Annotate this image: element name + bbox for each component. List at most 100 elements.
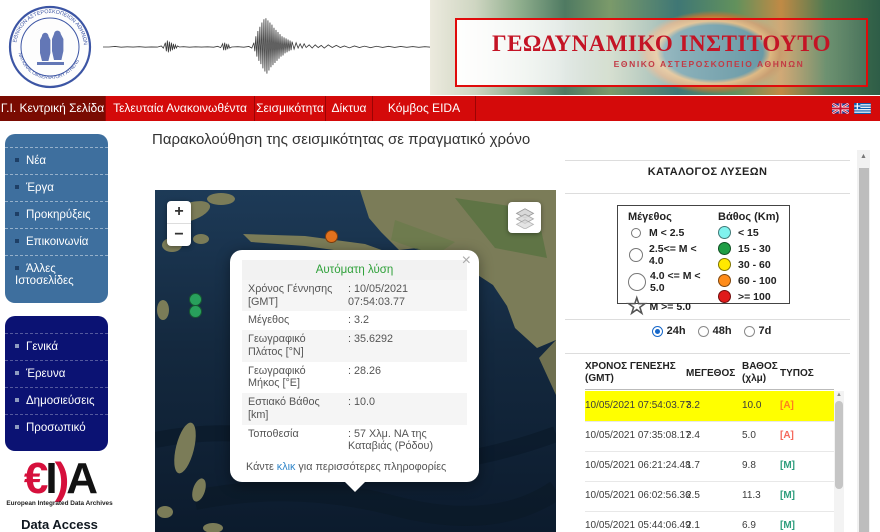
panel-divider [565, 160, 850, 161]
scroll-up-icon[interactable]: ▲ [834, 391, 844, 399]
magnitude-small-circle-icon [631, 228, 641, 238]
sidebar-item-publications[interactable]: Δημοσιεύσεις [5, 387, 108, 414]
legend-label: 15 - 30 [738, 242, 771, 255]
legend-magnitude-column: Μέγεθος M < 2.5 2.5<= M < 4.0 4.0 <= M <… [626, 211, 714, 320]
sidebar-item-label: Προκηρύξεις [26, 209, 91, 221]
legend-label: < 15 [738, 226, 759, 239]
legend-item: 2.5<= M < 4.0 [628, 243, 714, 267]
sidebar-item-contact[interactable]: Επικοινωνία [5, 228, 108, 255]
bullet-icon [15, 344, 19, 348]
earthquake-row[interactable]: 10/05/2021 06:21:24.48 1.7 9.8 [M] [585, 451, 834, 482]
legend-label: M >= 5.0 [649, 301, 691, 313]
legend-item: 15 - 30 [718, 242, 788, 255]
nav-item-eida-node[interactable]: Κόμβος EIDA [372, 96, 476, 121]
sidebar-item-label: Γενικά [26, 341, 59, 353]
popup-value: : 10.0 [348, 396, 376, 409]
seismicity-map[interactable]: + − × Αυτόματη λύση Χρόνος Γέννησης [GMT… [155, 190, 556, 532]
map-layers-button[interactable] [508, 202, 541, 233]
depth-15-30-icon [718, 242, 731, 255]
observatory-logo[interactable]: ΕΘΝΙΚΟΝ ΑΣΤΕΡΟΣΚΟΠΕΙΟΝ ΑΘΗΝΩΝ NATIONAL O… [8, 4, 92, 90]
brand-frame: ΓΕΩΔΥΝΑΜΙΚΟ ΙΝΣΤΙΤΟΥΤΟ ΕΘΝΙΚΟ ΑΣΤΕΡΟΣΚΟΠ… [455, 18, 868, 87]
greek-flag-icon[interactable] [854, 103, 871, 114]
scroll-up-icon[interactable]: ▲ [857, 153, 870, 160]
nav-item-seismicity[interactable]: Σεισμικότητα [254, 96, 325, 121]
earthquake-row[interactable]: 10/05/2021 05:44:06.49 2.1 6.9 [M] [585, 511, 834, 532]
sidebar-item-projects[interactable]: Έργα [5, 174, 108, 201]
earthquake-row[interactable]: 10/05/2021 07:35:08.17 2.4 5.0 [A] [585, 421, 834, 452]
cell-magnitude: 2.4 [686, 430, 700, 441]
earthquake-row[interactable]: 10/05/2021 06:02:56.36 2.5 11.3 [M] [585, 481, 834, 512]
sidebar-item-label: Δημοσιεύσεις [26, 395, 95, 407]
sidebar-item-generic[interactable]: Γενικά [5, 333, 108, 360]
eida-tagline: European Integrated Data Archives [6, 500, 113, 507]
sidebar-item-other-sites[interactable]: Άλλες Ιστοσελίδες [5, 255, 108, 294]
data-access-link[interactable]: Data Access [2, 517, 117, 532]
zoom-out-button[interactable]: − [167, 224, 191, 246]
map-legend: Μέγεθος M < 2.5 2.5<= M < 4.0 4.0 <= M <… [617, 205, 790, 319]
table-header-divider [585, 389, 834, 390]
popup-row-latitude: Γεωγραφικό Πλάτος [°N] : 35.6292 [242, 330, 467, 362]
popup-value: : 10/05/2021 07:54:03.77 [348, 283, 409, 308]
popup-value: : 28.26 [348, 364, 382, 377]
main-nav: Γ.Ι. Κεντρική Σελίδα Τελευταία Ανακοινωθ… [0, 96, 880, 121]
radio-7d[interactable] [743, 325, 755, 337]
page-scrollbar-thumb[interactable] [858, 168, 869, 532]
sidebar-group-general: Νέα Έργα Προκηρύξεις Επικοινωνία Άλλες Ι… [5, 134, 108, 303]
sidebar-item-label: Έργα [26, 182, 54, 194]
cell-type: [M] [780, 460, 795, 471]
cell-time: 10/05/2021 07:35:08.17 [585, 430, 691, 441]
legend-item: 60 - 100 [718, 274, 788, 287]
popup-label: Τοποθεσία [248, 427, 299, 440]
nav-item-home[interactable]: Γ.Ι. Κεντρική Σελίδα [0, 96, 105, 121]
table-scrollbar-thumb[interactable] [835, 401, 843, 489]
cell-magnitude: 3.2 [686, 400, 700, 411]
nav-item-announcements[interactable]: Τελευταία Ανακοινωθέντα [105, 96, 254, 121]
radio-label-48h[interactable]: 48h [713, 325, 732, 337]
table-scrollbar[interactable]: ▲ [834, 391, 844, 532]
english-flag-icon[interactable] [832, 103, 849, 114]
bullet-icon [15, 158, 19, 162]
sidebar-item-staff[interactable]: Προσωπικό [5, 414, 108, 441]
brand-banner: ΓΕΩΔΥΝΑΜΙΚΟ ΙΝΣΤΙΤΟΥΤΟ ΕΘΝΙΚΟ ΑΣΤΕΡΟΣΚΟΠ… [430, 0, 880, 95]
site-header: ΕΘΝΙΚΟΝ ΑΣΤΕΡΟΣΚΟΠΕΙΟΝ ΑΘΗΝΩΝ NATIONAL O… [0, 0, 880, 96]
popup-row-magnitude: Μέγεθος : 3.2 [242, 311, 467, 331]
map-zoom-control: + − [167, 201, 191, 246]
popup-title: Αυτόματη λύση [242, 260, 467, 280]
cell-type: [M] [780, 520, 795, 531]
radio-48h[interactable] [697, 325, 709, 337]
cell-depth: 5.0 [742, 430, 756, 441]
popup-label: Χρόνος Γέννησης [GMT] [248, 283, 333, 308]
cell-type: [A] [780, 400, 794, 411]
sidebar-item-label: Έρευνα [26, 368, 66, 380]
eida-logo[interactable]: €I)A European Integrated Data Archives [2, 457, 117, 508]
cell-depth: 11.3 [742, 490, 761, 501]
brand-title: ΓΕΩΔΥΝΑΜΙΚΟ ΙΝΣΤΙΤΟΥΤΟ [491, 31, 832, 56]
more-info-link[interactable]: κλικ [277, 461, 296, 473]
brand-subtitle: ΕΘΝΙΚΟ ΑΣΤΕΡΟΣΚΟΠΕΙΟ ΑΘΗΝΩΝ [613, 59, 805, 69]
legend-depth-column: Βάθος (Km) < 15 15 - 30 30 - 60 60 - 100… [718, 211, 788, 306]
sidebar-item-news[interactable]: Νέα [5, 147, 108, 174]
sidebar-item-calls[interactable]: Προκηρύξεις [5, 201, 108, 228]
popup-value: : 3.2 [348, 314, 370, 327]
sidebar-item-research[interactable]: Έρευνα [5, 360, 108, 387]
magnitude-star-icon: ☆ [626, 293, 648, 320]
close-icon[interactable]: × [462, 253, 471, 269]
radio-24h[interactable] [651, 325, 663, 337]
cell-depth: 10.0 [742, 400, 762, 411]
zoom-in-button[interactable]: + [167, 201, 191, 224]
earthquake-marker-depth-15-30[interactable] [189, 305, 202, 318]
sidebar-item-label: Προσωπικό [26, 422, 86, 434]
legend-item: M < 2.5 [628, 226, 714, 240]
nav-item-networks[interactable]: Δίκτυα [325, 96, 372, 121]
bullet-icon [15, 371, 19, 375]
legend-item: < 15 [718, 226, 788, 239]
radio-label-24h[interactable]: 24h [667, 325, 686, 337]
earthquake-marker-depth-60-100[interactable] [325, 230, 338, 243]
bullet-icon [15, 266, 19, 270]
cell-time: 10/05/2021 06:02:56.36 [585, 490, 691, 501]
page-scrollbar[interactable]: ▲ [857, 150, 870, 532]
legend-label: M < 2.5 [649, 227, 685, 239]
earthquake-row[interactable]: 10/05/2021 07:54:03.77 3.2 10.0 [A] [585, 391, 834, 422]
page-title: Παρακολούθηση της σεισμικότητας σε πραγμ… [152, 131, 531, 148]
radio-label-7d[interactable]: 7d [759, 325, 772, 337]
